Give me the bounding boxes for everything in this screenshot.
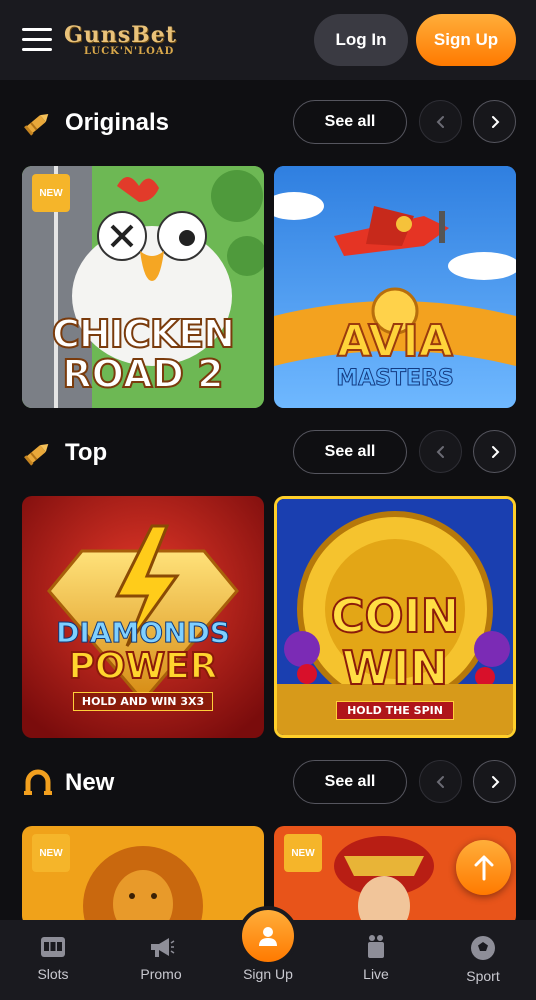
horseshoe-icon bbox=[24, 769, 52, 795]
chevron-left-icon bbox=[436, 775, 444, 788]
game-card-chicken-road-2[interactable]: NEW CHICKEN ROAD 2 bbox=[22, 166, 264, 408]
game-title-line2: POWER bbox=[67, 645, 218, 688]
nav-promo[interactable]: Promo bbox=[116, 934, 206, 982]
menu-icon[interactable] bbox=[22, 28, 52, 52]
chevron-left-icon bbox=[436, 115, 444, 128]
megaphone-icon bbox=[151, 938, 175, 957]
carousel-prev-button[interactable] bbox=[419, 760, 462, 803]
new-badge: NEW bbox=[32, 834, 70, 872]
game-card-lion[interactable]: NEW bbox=[22, 826, 264, 926]
logo-tagline: LUCK'N'LOAD bbox=[84, 46, 175, 57]
game-subtitle: HOLD THE SPIN bbox=[277, 701, 513, 720]
section-title: New bbox=[65, 769, 115, 796]
see-all-button[interactable]: See all bbox=[293, 100, 407, 144]
chevron-right-icon bbox=[491, 775, 499, 788]
nav-slots[interactable]: Slots bbox=[8, 934, 98, 982]
new-badge: NEW bbox=[32, 174, 70, 212]
game-card-coin-win[interactable]: COIN WIN HOLD THE SPIN bbox=[274, 496, 516, 738]
bullet-icon bbox=[24, 114, 49, 136]
soccer-ball-icon bbox=[471, 936, 495, 960]
game-title-line1: CHICKEN bbox=[51, 311, 236, 357]
gunsbet-logo[interactable]: GunsBet LUCK'N'LOAD bbox=[64, 22, 177, 60]
scroll-to-top-button[interactable] bbox=[456, 840, 511, 895]
new-badge: NEW bbox=[284, 834, 322, 872]
carousel-prev-button[interactable] bbox=[419, 100, 462, 143]
section-title: Originals bbox=[65, 109, 170, 136]
game-title-line1: COIN bbox=[330, 588, 460, 644]
section-header-new: New See all bbox=[0, 760, 536, 804]
carousel-prev-button[interactable] bbox=[419, 430, 462, 473]
user-icon bbox=[259, 927, 277, 946]
nav-sport[interactable]: Sport bbox=[438, 934, 528, 984]
signup-fab-button[interactable] bbox=[238, 906, 298, 966]
slot-machine-icon bbox=[41, 937, 65, 957]
chevron-right-icon bbox=[491, 445, 499, 458]
carousel-next-button[interactable] bbox=[473, 760, 516, 803]
game-title-line2: MASTERS bbox=[336, 366, 455, 392]
nav-live[interactable]: Live bbox=[331, 934, 421, 982]
game-card-avia-masters[interactable]: AVIA MASTERS bbox=[274, 166, 516, 408]
nav-label: Sign Up bbox=[243, 966, 293, 982]
cards-icon bbox=[368, 935, 384, 958]
game-subtitle: HOLD AND WIN 3X3 bbox=[22, 692, 264, 711]
section-header-top: Top See all bbox=[0, 430, 536, 474]
section-header-originals: Originals See all bbox=[0, 100, 536, 144]
bullet-icon bbox=[24, 444, 49, 466]
carousel-next-button[interactable] bbox=[473, 430, 516, 473]
carousel-next-button[interactable] bbox=[473, 100, 516, 143]
nav-label: Promo bbox=[140, 966, 182, 982]
section-title: Top bbox=[65, 439, 108, 466]
game-subtitle-text: HOLD THE SPIN bbox=[336, 701, 454, 720]
top-header: GunsBet LUCK'N'LOAD Log In Sign Up bbox=[0, 0, 536, 80]
see-all-button[interactable]: See all bbox=[293, 760, 407, 804]
chevron-right-icon bbox=[491, 115, 499, 128]
game-subtitle-text: HOLD AND WIN 3X3 bbox=[72, 692, 214, 711]
game-title-line1: AVIA bbox=[336, 315, 454, 368]
game-card-diamonds-power[interactable]: DIAMONDS POWER HOLD AND WIN 3X3 bbox=[22, 496, 264, 738]
game-title-line1: DIAMONDS bbox=[56, 616, 231, 650]
chevron-left-icon bbox=[436, 445, 444, 458]
nav-label: Sport bbox=[466, 968, 500, 984]
logo-text: GunsBet bbox=[64, 22, 177, 48]
game-title-line2: ROAD 2 bbox=[61, 351, 224, 397]
see-all-button[interactable]: See all bbox=[293, 430, 407, 474]
nav-label: Live bbox=[363, 966, 389, 982]
login-button[interactable]: Log In bbox=[314, 14, 408, 66]
arrow-up-icon bbox=[474, 855, 493, 880]
signup-button[interactable]: Sign Up bbox=[416, 14, 516, 66]
nav-label: Slots bbox=[37, 966, 69, 982]
game-title-line2: WIN bbox=[341, 640, 449, 696]
